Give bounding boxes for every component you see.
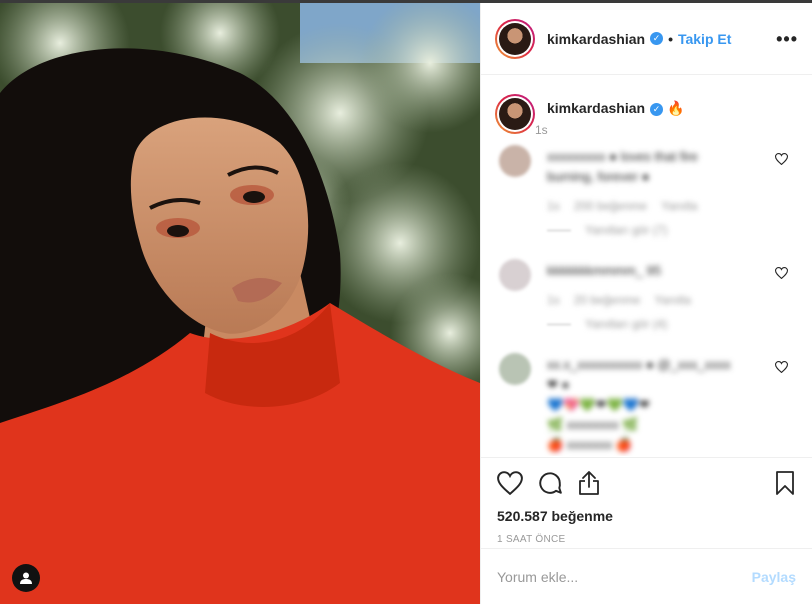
more-options-icon[interactable]: ••• xyxy=(776,29,798,50)
user-icon xyxy=(20,572,32,584)
comment-like-icon[interactable] xyxy=(775,361,788,373)
instagram-post: kimkardashian ✓ • Takip Et ••• kimkardas… xyxy=(0,0,812,604)
comment-text: ❤ ● xyxy=(547,377,570,392)
caption: kimkardashian ✓ 🔥 1s xyxy=(495,94,798,137)
comment-item: xxxxxxxxx ● loves that fire burning, for… xyxy=(495,145,798,237)
comment-time[interactable]: 1s xyxy=(547,199,560,213)
caption-time[interactable]: 1s xyxy=(535,123,684,137)
comment-likes[interactable]: 20 beğenme xyxy=(574,293,641,307)
verified-badge-icon: ✓ xyxy=(650,103,664,116)
caption-text: 🔥 xyxy=(666,100,685,116)
add-comment-bar: Paylaş xyxy=(481,548,812,604)
verified-badge-icon: ✓ xyxy=(650,32,664,45)
portrait-image xyxy=(0,3,480,604)
comment-avatar[interactable] xyxy=(499,353,531,385)
header-separator: • xyxy=(668,30,673,47)
comment-text: burning, forever ● xyxy=(547,169,650,184)
post-side-panel: kimkardashian ✓ • Takip Et ••• kimkardas… xyxy=(480,3,812,604)
share-comment-button[interactable]: Paylaş xyxy=(752,569,796,585)
reply-button[interactable]: Yanıtla xyxy=(654,293,690,307)
share-arrow-icon[interactable] xyxy=(577,470,601,496)
speech-bubble-icon[interactable] xyxy=(537,470,563,496)
comment-input[interactable] xyxy=(497,568,752,585)
comment-time[interactable]: 1s xyxy=(547,293,560,307)
reply-button[interactable]: Yanıtla xyxy=(661,199,697,213)
avatar[interactable] xyxy=(495,18,535,59)
post-actions: 520.587 beğenme 1 SAAT ÖNCE xyxy=(481,457,812,557)
post-photo[interactable] xyxy=(0,3,480,604)
follow-button[interactable]: Takip Et xyxy=(678,31,731,47)
tag-people-button[interactable] xyxy=(12,564,40,592)
comment-text: 🌿 xxxxxxxx 🌿 xyxy=(547,417,639,432)
comment-avatar[interactable] xyxy=(499,145,531,177)
bookmark-icon[interactable] xyxy=(774,470,796,496)
comment-item: xx.x_xxxxxxxxxx ● @_xxx_xxxx ❤ ● 💙💖💚❤💚💙❤… xyxy=(495,353,798,456)
comment-item: kkkkkkkmmmm_ 95 1s 20 beğenme Yanıtla Ya… xyxy=(495,259,798,331)
view-replies-button[interactable]: Yanıtları gör (4) xyxy=(547,317,777,331)
comment-likes[interactable]: 200 beğenme xyxy=(574,199,647,213)
comment-avatar[interactable] xyxy=(499,259,531,291)
comment-text: kkkkkkkmmmm_ 95 xyxy=(547,263,662,278)
post-header: kimkardashian ✓ • Takip Et ••• xyxy=(481,3,812,75)
likes-count[interactable]: 520.587 beğenme xyxy=(497,508,796,524)
comment-text: 🍎 xxxxxxx 🍎 xyxy=(547,437,633,452)
comment-like-icon[interactable] xyxy=(775,153,788,165)
caption-username[interactable]: kimkardashian xyxy=(547,100,645,116)
caption-avatar[interactable] xyxy=(495,94,535,134)
comment-text: xx.x_xxxxxxxxxx ● @_xxx_xxxx xyxy=(547,357,731,372)
view-replies-button[interactable]: Yanıtları gör (7) xyxy=(547,223,777,237)
post-timestamp[interactable]: 1 SAAT ÖNCE xyxy=(497,534,796,545)
comments-list[interactable]: kimkardashian ✓ 🔥 1s xxxxxxxxx ● loves th… xyxy=(481,76,812,456)
header-username[interactable]: kimkardashian xyxy=(547,31,645,47)
comment-like-icon[interactable] xyxy=(775,267,788,279)
comment-text: xxxxxxxxx ● loves that fire xyxy=(547,149,698,164)
heart-outline-icon[interactable] xyxy=(497,471,523,495)
comment-text: 💙💖💚❤💚💙❤ xyxy=(547,397,650,412)
